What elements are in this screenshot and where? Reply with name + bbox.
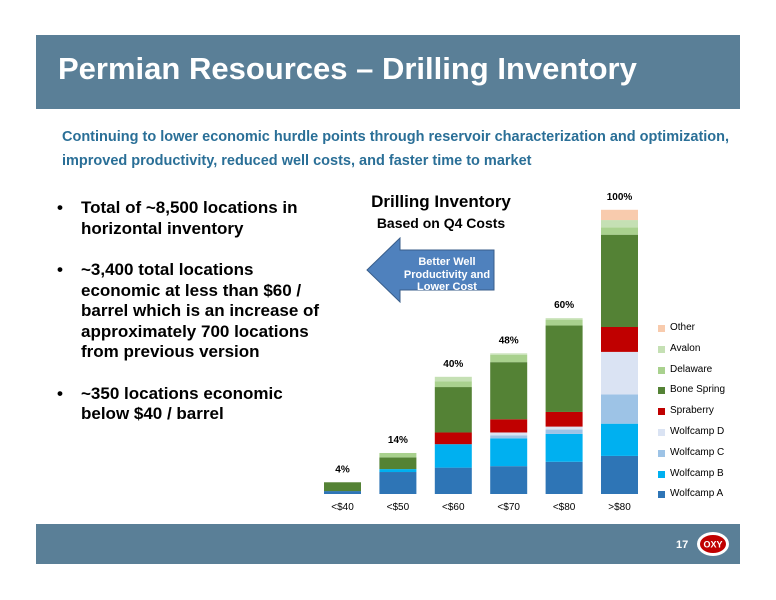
bar-segment [434,444,472,468]
bar-segment [379,452,417,458]
x-axis-label: <$80 [553,502,576,513]
legend-label: Avalon [670,342,701,354]
legend-swatch [658,366,665,374]
x-axis-label: <$40 [331,502,354,513]
bar-segment [379,469,417,473]
bar-total-label: 4% [335,464,350,475]
legend-swatch [658,345,665,353]
footer-bar: 17 OXY [36,524,740,564]
page-number: 17 [676,539,689,551]
bar-total-label: 100% [607,192,633,203]
bar-segment [601,227,638,235]
legend-item: Wolfcamp D [658,426,725,447]
bar-segment [490,438,528,467]
legend-label: Spraberry [670,405,714,417]
x-axis-label: <$70 [497,502,520,513]
bar-segment [490,353,528,355]
legend-swatch [658,428,665,436]
bar-segment [545,325,583,412]
oxy-logo-icon: OXY [697,532,729,556]
bar-segment [379,472,417,494]
bar-segment [490,354,528,363]
legend-swatch [658,408,665,416]
bar-segment [601,455,638,494]
legend-item: Wolfcamp A [658,488,725,509]
legend-swatch [658,387,665,395]
legend-item: Wolfcamp C [658,447,725,468]
legend-item: Wolfcamp B [658,468,725,489]
bar-segment [434,381,472,388]
legend-swatch [658,491,665,499]
legend-label: Wolfcamp B [670,467,724,479]
legend-item: Bone Spring [658,384,725,405]
legend-swatch [658,325,665,332]
bar-segment [324,482,361,492]
bar-segment [379,457,417,470]
legend-label: Wolfcamp A [670,488,724,500]
bar-segment [601,234,638,327]
bar-segment [545,319,583,326]
bar-segment [434,376,472,382]
bar-segment [490,432,528,436]
bar-segment [601,326,638,352]
legend-item: Spraberry [658,405,725,426]
bar-segment [545,426,583,430]
legend-item: Other [658,322,725,343]
bar-segment [434,467,472,494]
legend-item: Delaware [658,364,725,385]
legend-label: Delaware [670,363,713,375]
bar-segment [601,220,638,228]
bar-segment [545,433,583,462]
bar-segment [545,318,583,320]
bar-segment [601,394,638,424]
legend-label: Wolfcamp C [670,446,725,458]
x-axis-label: >$80 [608,502,631,513]
legend-label: Bone Spring [670,384,726,396]
legend-swatch [658,470,665,478]
bar-total-label: 14% [388,435,408,446]
legend-swatch [658,449,665,457]
bar-segment [490,435,528,439]
bar-segment [490,419,528,433]
chart-legend: Other Avalon Delaware Bone Spring Spraberry W… [658,322,725,509]
bar-segment [545,461,583,494]
bar-segment [601,209,638,221]
bar-total-label: 40% [443,359,463,370]
legend-item: Avalon [658,343,725,364]
x-axis-label: <$60 [442,502,465,513]
bar-segment [434,387,472,433]
bar-segment [434,432,472,445]
bar-segment [601,351,638,395]
bar-segment [545,411,583,427]
bar-segment [490,362,528,420]
svg-text:OXY: OXY [703,540,722,550]
bar-segment [545,429,583,434]
bar-segment [490,466,528,494]
x-axis-label: <$50 [387,502,410,513]
bar-segment [324,491,361,494]
bar-total-label: 60% [554,300,574,311]
bar-segment [601,423,638,456]
bar-total-label: 48% [499,335,519,346]
legend-label: Other [670,322,696,333]
legend-label: Wolfcamp D [670,425,725,437]
